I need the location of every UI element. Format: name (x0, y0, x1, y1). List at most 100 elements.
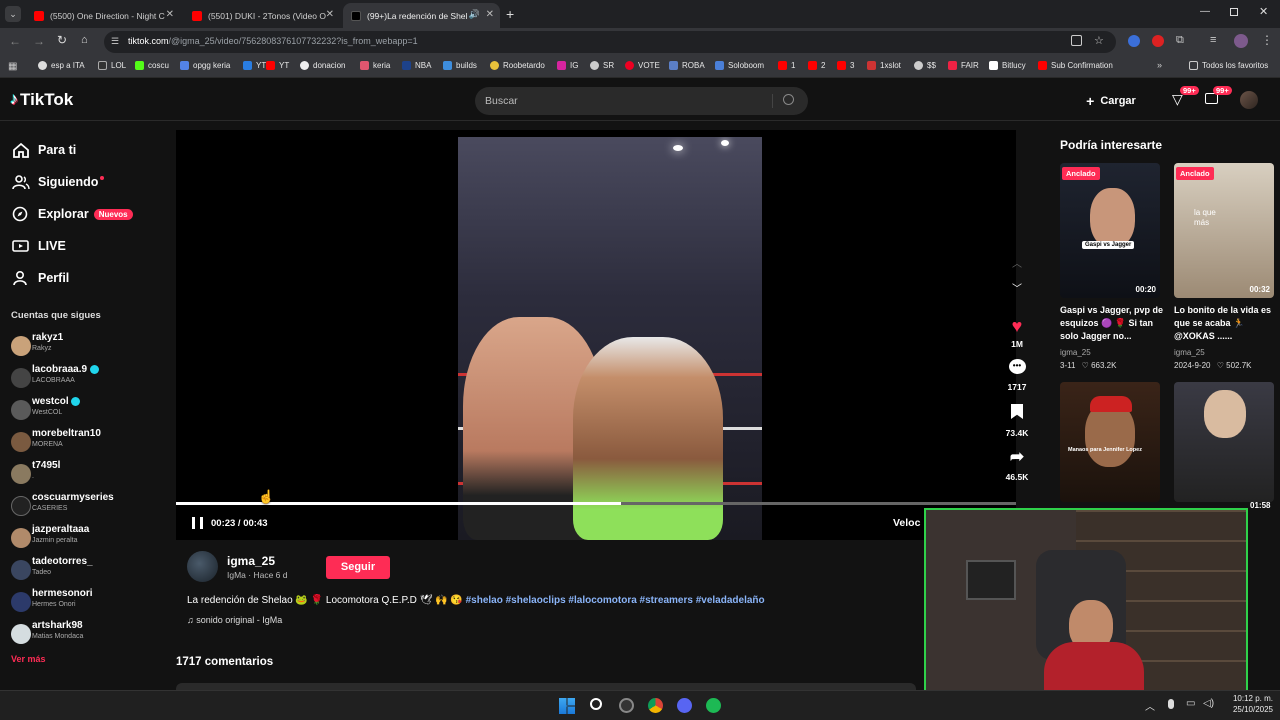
apps-grid-icon[interactable]: ▦ (8, 61, 17, 72)
author-avatar[interactable] (187, 551, 218, 582)
bookmark-item[interactable]: Bitlucy (989, 61, 1026, 70)
back-icon[interactable]: ← (9, 34, 21, 48)
bookmark-item[interactable]: Soloboom (715, 61, 764, 70)
comment-input-preview[interactable] (176, 683, 916, 690)
speed-button[interactable]: Veloc (893, 517, 920, 529)
followed-account[interactable]: morebeltran10 MORENA (11, 428, 161, 456)
suggested-video-card[interactable]: Anclado la que más 00:32 (1174, 163, 1274, 298)
video-frame[interactable] (458, 137, 762, 540)
followed-account[interactable]: lacobraaa.9 LACOBRAAA (11, 364, 161, 392)
bookmark-item[interactable]: builds (443, 61, 477, 70)
like-button[interactable]: ♥ 1M (1004, 316, 1030, 349)
see-more-link[interactable]: Ver más (11, 654, 46, 664)
followed-account[interactable]: coscuarmyseries CASERIES (11, 492, 161, 520)
save-button[interactable]: 73.4K (1004, 404, 1030, 438)
followed-account[interactable]: t7495l. (11, 460, 161, 488)
more-bookmarks-chevron-icon[interactable]: » (1157, 60, 1162, 70)
clock-date[interactable]: 25/10/2025 (1227, 705, 1273, 714)
suggested-video-author[interactable]: igma_25 (1174, 348, 1205, 357)
profile-avatar-icon[interactable] (1234, 34, 1248, 48)
browser-menu-icon[interactable]: ⋮ (1261, 33, 1273, 47)
tray-chevron-icon[interactable]: ︿ (1145, 698, 1155, 713)
followed-account[interactable]: westcol WestCOL (11, 396, 161, 424)
close-tab-icon[interactable]: ✕ (166, 9, 174, 20)
followed-account[interactable]: artshark98 Matias Mondaca (11, 620, 161, 648)
address-bar[interactable]: ☰ tiktok.com/@igma_25/video/756280837610… (104, 31, 1116, 53)
bookmark-item[interactable]: 2 (808, 61, 825, 70)
sidebar-item-profile[interactable]: Perfil (12, 270, 69, 286)
home-icon[interactable]: ⌂ (81, 34, 88, 46)
install-app-icon[interactable] (1071, 35, 1082, 46)
suggested-video-title[interactable]: Gaspi vs Jagger, pvp de esquizos 🟣 🌹 Si … (1060, 304, 1164, 343)
hashtags[interactable]: #shelao #shelaoclips #lalocomotora #stre… (466, 595, 765, 606)
network-icon[interactable]: ▭ (1186, 698, 1195, 709)
followed-account[interactable]: tadeotorres_ Tadeo (11, 556, 161, 584)
bookmark-item[interactable]: IG (557, 61, 578, 70)
microphone-icon[interactable] (1168, 699, 1174, 709)
follow-button[interactable]: Seguir (326, 556, 390, 579)
extension-icon[interactable] (1128, 35, 1140, 47)
sidebar-item-for-you[interactable]: Para ti (12, 142, 76, 158)
bookmark-item[interactable]: coscu (135, 61, 169, 70)
new-tab-button[interactable]: + (506, 6, 514, 22)
windows-start-icon[interactable] (559, 698, 575, 714)
bookmark-item[interactable]: SR (590, 61, 614, 70)
upload-button[interactable]: + Cargar (1075, 88, 1147, 114)
pause-icon[interactable] (192, 517, 203, 529)
bookmark-item[interactable]: NBA (402, 61, 431, 70)
url-text[interactable]: tiktok.com/@igma_25/video/75628083761077… (128, 36, 418, 46)
bookmark-item[interactable]: YT (243, 61, 266, 70)
followed-account[interactable]: rakyz1 Rakyz (11, 332, 161, 360)
bookmark-item[interactable]: donacion (300, 61, 345, 70)
tab-list-chevron-icon[interactable]: ⌄ (5, 6, 21, 22)
browser-tab-2[interactable]: (5501) DUKI - 2Tonos (Video O ✕ (184, 3, 340, 28)
sidebar-item-explore[interactable]: Explorar Nuevos (12, 206, 133, 222)
bookmark-item[interactable]: Sub Confirmation (1038, 61, 1113, 70)
close-window-icon[interactable]: ✕ (1259, 5, 1268, 18)
extensions-puzzle-icon[interactable]: ⧉ (1176, 34, 1184, 47)
user-avatar[interactable] (1240, 91, 1258, 109)
bookmark-item[interactable]: YTYT (266, 61, 289, 70)
bookmark-item[interactable]: 3 (837, 61, 854, 70)
bookmark-item[interactable]: FAIR (948, 61, 979, 70)
previous-video-chevron-icon[interactable]: ︿ (1012, 255, 1022, 270)
followed-account[interactable]: hermesonori Hermes Onori (11, 588, 161, 616)
author-handle[interactable]: igma_25 (227, 554, 275, 568)
suggested-video-card[interactable] (1174, 382, 1274, 502)
bookmark-item[interactable]: Roobetardo (490, 61, 545, 70)
extension-icon[interactable] (1152, 35, 1164, 47)
sidebar-item-live[interactable]: LIVE (12, 238, 66, 254)
chrome-icon[interactable] (648, 698, 663, 713)
bookmark-star-icon[interactable]: ☆ (1094, 34, 1104, 47)
volume-icon[interactable]: ◁) (1203, 698, 1214, 709)
followed-account[interactable]: jazperaltaaa Jazmin peralta (11, 524, 161, 552)
share-button[interactable]: ➦ 46.5K (1004, 448, 1030, 482)
discord-icon[interactable] (677, 698, 692, 713)
close-tab-icon[interactable]: ✕ (326, 9, 334, 20)
spotify-icon[interactable] (706, 698, 721, 713)
all-bookmarks-folder[interactable]: Todos los favoritos (1189, 61, 1268, 70)
search-input[interactable]: Buscar (485, 95, 518, 107)
close-tab-icon[interactable]: ✕ (486, 9, 494, 20)
bookmark-item[interactable]: opgg keria (180, 61, 230, 70)
forward-icon[interactable]: → (33, 34, 45, 48)
minimize-window-icon[interactable]: — (1200, 6, 1210, 17)
sound-link[interactable]: ♫ sonido original - IgMa (187, 615, 282, 625)
bookmark-item[interactable]: ROBA (669, 61, 705, 70)
clock-time[interactable]: 10:12 p. m. (1227, 694, 1273, 703)
next-video-chevron-icon[interactable]: ﹀ (1012, 280, 1022, 295)
browser-tab-3-active[interactable]: (99+)La redención de Shela 🔊 ✕ (343, 3, 500, 28)
bookmark-item[interactable]: keria (360, 61, 390, 70)
suggested-video-card[interactable]: Anclado Gaspi vs Jagger 00:20 (1060, 163, 1160, 298)
restore-window-icon[interactable] (1230, 8, 1238, 16)
audio-playing-icon[interactable]: 🔊 (469, 9, 480, 20)
bookmark-item[interactable]: 1 (778, 61, 795, 70)
search-icon[interactable] (783, 94, 794, 105)
bookmark-item[interactable]: LOL (98, 61, 126, 70)
sidebar-item-following[interactable]: Siguiendo (12, 174, 105, 190)
app-icon[interactable] (619, 698, 634, 713)
suggested-video-author[interactable]: igma_25 (1060, 348, 1091, 357)
suggested-video-title[interactable]: Lo bonito de la vida es que se acaba 🏃 @… (1174, 304, 1278, 343)
bookmark-item[interactable]: VOTE (625, 61, 660, 70)
site-info-icon[interactable]: ☰ (111, 36, 119, 47)
